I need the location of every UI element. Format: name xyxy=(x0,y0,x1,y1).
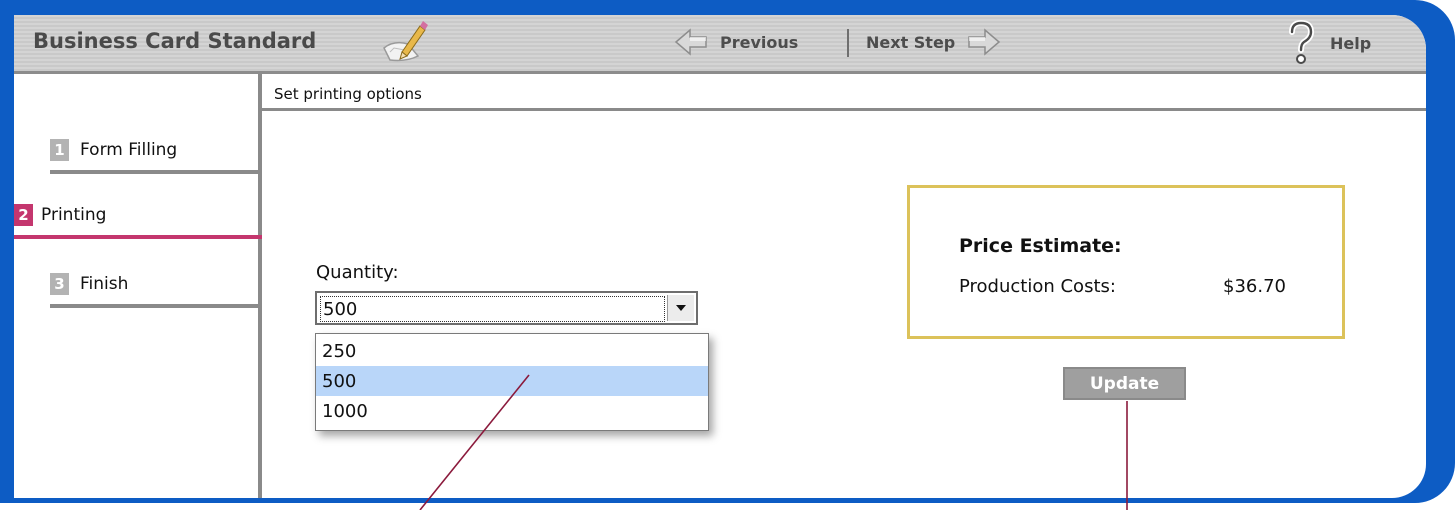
price-estimate-title: Price Estimate: xyxy=(959,235,1122,257)
quantity-selected-value: 500 xyxy=(323,299,358,320)
update-button[interactable]: Update xyxy=(1063,367,1186,400)
steps-sidebar: 1 Form Filling 2 Printing 3 Finish xyxy=(14,74,262,498)
previous-button[interactable]: Previous xyxy=(674,27,798,57)
step-label: Finish xyxy=(80,274,129,294)
dropdown-arrow-button[interactable] xyxy=(667,295,694,321)
content-header-text: Set printing options xyxy=(274,85,422,103)
app-window: Business Card Standard Previous Next Ste… xyxy=(14,15,1426,498)
step-number: 2 xyxy=(14,204,33,226)
toolbar: Business Card Standard Previous Next Ste… xyxy=(14,15,1426,74)
quantity-option-selected[interactable]: 500 xyxy=(316,366,708,396)
focus-ring xyxy=(320,296,665,322)
quantity-select[interactable]: 500 xyxy=(315,291,698,325)
next-step-label: Next Step xyxy=(866,32,956,52)
step-number: 1 xyxy=(50,139,69,161)
step-number: 3 xyxy=(50,273,69,295)
next-step-button[interactable]: Next Step xyxy=(866,27,1001,57)
quantity-dropdown-list: 250 500 1000 xyxy=(315,333,709,431)
sidebar-step-finish[interactable]: 3 Finish xyxy=(50,264,258,308)
option-label: 250 xyxy=(322,341,357,362)
previous-label: Previous xyxy=(720,32,799,52)
arrow-left-icon xyxy=(674,28,707,56)
production-costs-label: Production Costs: xyxy=(959,276,1116,297)
help-button[interactable]: Help xyxy=(1286,20,1371,66)
production-costs-value: $36.70 xyxy=(1223,276,1286,297)
arrow-right-icon xyxy=(968,28,1001,56)
option-label: 1000 xyxy=(322,401,368,422)
option-label: 500 xyxy=(322,371,357,392)
content-header: Set printing options xyxy=(262,74,1426,111)
app-title: Business Card Standard xyxy=(33,29,317,53)
sidebar-step-form-filling[interactable]: 1 Form Filling xyxy=(50,130,258,174)
sidebar-step-printing[interactable]: 2 Printing xyxy=(14,195,262,239)
step-label: Form Filling xyxy=(80,140,178,160)
step-label: Printing xyxy=(41,205,107,225)
chevron-down-icon xyxy=(676,305,686,311)
quantity-option[interactable]: 1000 xyxy=(316,396,708,426)
quantity-option[interactable]: 250 xyxy=(316,336,708,366)
nav-divider xyxy=(847,29,849,57)
price-estimate-box: Price Estimate: Production Costs: $36.70 xyxy=(907,185,1345,339)
quantity-label: Quantity: xyxy=(316,262,399,283)
help-label: Help xyxy=(1330,33,1372,53)
question-mark-icon xyxy=(1289,20,1315,64)
pencil-icon xyxy=(383,21,428,62)
